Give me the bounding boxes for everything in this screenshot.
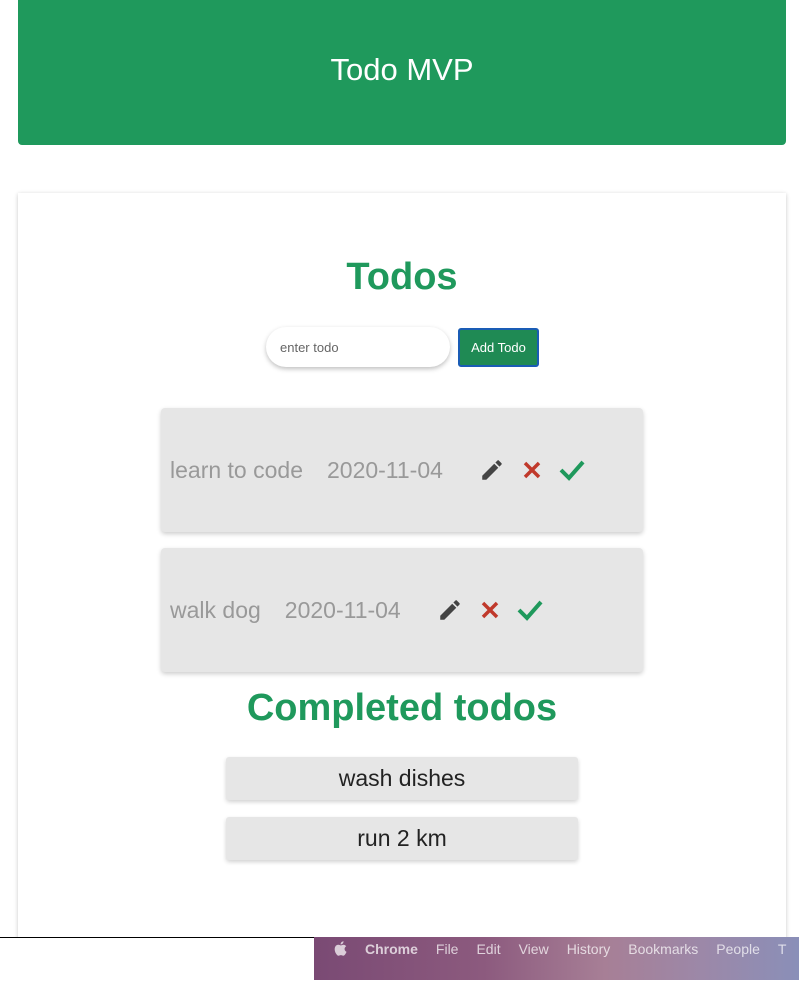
mac-menubar: Chrome File Edit View History Bookmarks … xyxy=(314,937,799,980)
menu-edit[interactable]: Edit xyxy=(476,941,500,957)
app-title: Todo MVP xyxy=(330,51,474,87)
check-icon xyxy=(517,600,543,621)
todo-item: learn to code 2020-11-04 xyxy=(161,408,643,532)
close-icon xyxy=(481,601,498,619)
menu-view[interactable]: View xyxy=(519,941,549,957)
edit-button[interactable] xyxy=(435,595,465,625)
complete-button[interactable] xyxy=(557,455,587,485)
todo-text: walk dog xyxy=(170,596,261,623)
menu-bookmarks[interactable]: Bookmarks xyxy=(628,941,698,957)
todo-date: 2020-11-04 xyxy=(284,596,401,623)
menu-people[interactable]: People xyxy=(716,941,760,957)
todo-input[interactable] xyxy=(266,327,450,367)
app-header: Todo MVP xyxy=(18,0,786,145)
edit-button[interactable] xyxy=(477,455,507,485)
bottom-strip: Chrome File Edit View History Bookmarks … xyxy=(0,937,799,981)
pencil-icon xyxy=(439,600,460,620)
completed-item: wash dishes xyxy=(226,757,578,800)
todos-heading: Todos xyxy=(346,256,458,298)
apple-icon[interactable] xyxy=(334,941,347,956)
todo-item: walk dog 2020-11-04 xyxy=(161,548,643,672)
todo-date: 2020-11-04 xyxy=(326,456,443,483)
menu-truncated[interactable]: T xyxy=(778,941,787,957)
completed-heading: Completed todos xyxy=(246,687,558,729)
menu-history[interactable]: History xyxy=(567,941,611,957)
menu-chrome[interactable]: Chrome xyxy=(365,941,418,957)
delete-button[interactable] xyxy=(475,595,505,625)
blank-region xyxy=(0,937,314,981)
completed-item: run 2 km xyxy=(226,817,578,860)
pencil-icon xyxy=(482,460,502,480)
todo-text: learn to code xyxy=(170,456,303,483)
complete-button[interactable] xyxy=(515,595,545,625)
todo-card: Todos Add Todo learn to code 2020-11-04 … xyxy=(18,193,786,953)
menu-file[interactable]: File xyxy=(436,941,459,957)
delete-button[interactable] xyxy=(517,455,547,485)
add-todo-button[interactable]: Add Todo xyxy=(458,328,539,367)
check-icon xyxy=(559,460,585,481)
close-icon xyxy=(523,461,541,479)
